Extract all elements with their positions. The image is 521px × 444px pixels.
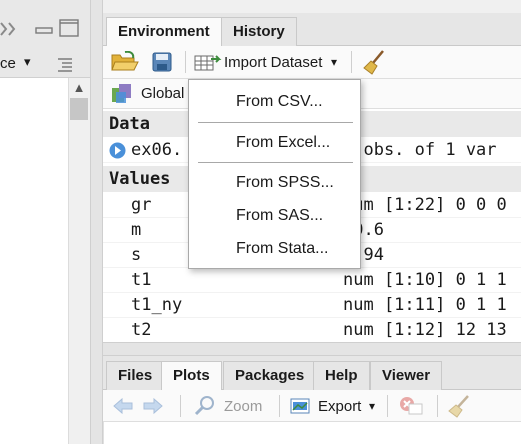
variable-value: num [1:22] 0 0 0	[343, 195, 507, 215]
tab-viewer[interactable]: Viewer	[370, 361, 443, 390]
chevron-down-icon[interactable]: ▾	[331, 55, 337, 69]
chevron-down-icon[interactable]: ▾	[24, 54, 31, 70]
variable-name: t1_ny	[131, 295, 183, 315]
environment-scope-selector[interactable]: Global	[141, 85, 184, 102]
plots-toolbar: Zoom Export ▾	[103, 390, 521, 422]
list-item[interactable]: t1_ny num [1:11] 0 1 1	[103, 293, 521, 318]
left-pane-toolbar: ce ▾	[0, 0, 93, 78]
minimize-icon[interactable]	[34, 20, 54, 38]
open-folder-icon[interactable]	[111, 51, 139, 73]
scroll-up-icon[interactable]: ▲	[68, 78, 90, 98]
variable-name: t2	[131, 320, 152, 340]
export-icon[interactable]	[290, 396, 316, 416]
variable-name: s	[131, 245, 142, 265]
horizontal-splitter[interactable]	[103, 342, 521, 356]
list-item[interactable]: t1 num [1:10] 0 1 1	[103, 268, 521, 293]
left-pane-content	[0, 78, 68, 444]
broom-icon[interactable]	[363, 49, 387, 75]
menu-item-from-excel[interactable]: From Excel...	[236, 134, 330, 152]
variable-value: num [1:10] 0 1 1	[343, 270, 507, 290]
plots-viewer	[103, 422, 521, 444]
maximize-icon[interactable]	[58, 18, 80, 38]
menu-item-from-csv[interactable]: From CSV...	[236, 93, 323, 111]
variable-value: num [1:12] 12 13	[343, 320, 507, 340]
menu-item-from-stata[interactable]: From Stata...	[236, 240, 328, 258]
outline-icon[interactable]	[56, 56, 74, 72]
r-environment-icon	[112, 84, 131, 103]
variable-name: ex06.	[131, 140, 183, 160]
env-tabbar: Environment History	[103, 13, 521, 46]
zoom-icon[interactable]	[194, 395, 216, 417]
import-dataset-menu: From CSV... From Excel... From SPSS... F…	[188, 79, 361, 269]
save-icon[interactable]	[152, 52, 172, 72]
broom-icon[interactable]	[448, 394, 472, 418]
zoom-button[interactable]: Zoom	[224, 398, 262, 415]
menu-separator	[198, 122, 353, 123]
menu-item-from-sas[interactable]: From SAS...	[236, 207, 323, 225]
vertical-splitter[interactable]	[90, 0, 103, 444]
double-chevron-right-icon[interactable]	[0, 20, 20, 38]
tab-files[interactable]: Files	[106, 361, 165, 390]
import-dataset-button[interactable]: Import Dataset	[224, 54, 322, 71]
tab-history[interactable]: History	[221, 17, 297, 46]
back-arrow-icon[interactable]	[111, 396, 135, 416]
forward-arrow-icon[interactable]	[141, 396, 165, 416]
list-item[interactable]: t2 num [1:12] 12 13	[103, 318, 521, 342]
variable-name: m	[131, 220, 142, 240]
tab-environment[interactable]: Environment	[106, 17, 222, 46]
menu-separator	[198, 162, 353, 163]
tab-packages[interactable]: Packages	[223, 361, 317, 390]
expand-arrow-icon[interactable]	[109, 142, 126, 159]
export-button[interactable]: Export	[318, 398, 361, 415]
chevron-down-icon[interactable]: ▾	[369, 399, 375, 413]
files-tabbar: Files Plots Packages Help Viewer	[103, 356, 521, 390]
menu-item-from-spss[interactable]: From SPSS...	[236, 174, 334, 192]
import-dataset-icon[interactable]	[194, 53, 222, 71]
variable-value: num [1:11] 0 1 1	[343, 295, 507, 315]
scroll-thumb[interactable]	[70, 98, 88, 120]
tab-help[interactable]: Help	[313, 361, 370, 390]
env-toolbar: Import Dataset ▾	[103, 46, 521, 79]
variable-name: gr	[131, 195, 152, 215]
left-pane-label[interactable]: ce	[0, 55, 16, 72]
tab-plots[interactable]: Plots	[161, 361, 222, 390]
variable-name: t1	[131, 270, 152, 290]
left-scrollbar[interactable]	[68, 78, 90, 444]
variable-value: 0 obs. of 1 var	[343, 140, 497, 160]
remove-plot-icon[interactable]	[399, 396, 425, 416]
